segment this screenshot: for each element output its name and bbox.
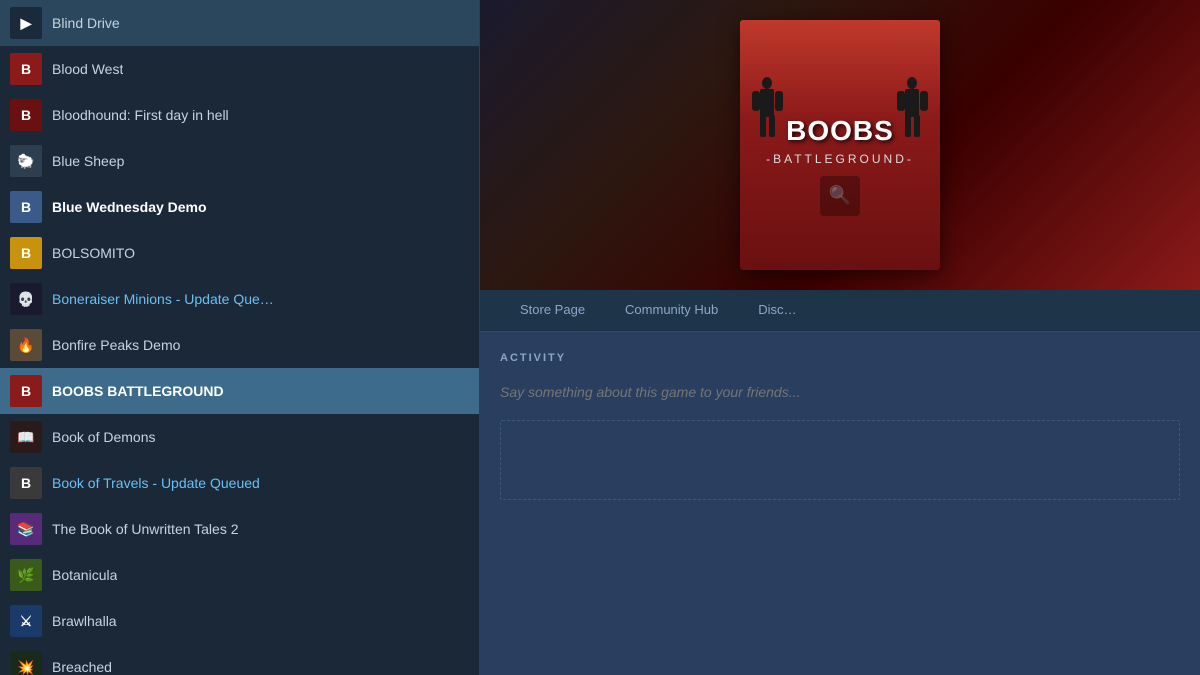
update-tag-book-travels: - Update Queued [149,475,260,491]
cover-search-icon: 🔍 [820,176,860,216]
game-thumb-blue-sheep: 🐑 [10,145,42,177]
activity-title: ACTIVITY [500,352,1180,364]
game-list: ▶ Blind Drive B Blood West B Bloodhound: Firs… [0,0,479,675]
game-thumb-bloodhound: B [10,99,42,131]
activity-input[interactable] [500,379,1180,405]
figure-right [895,75,930,145]
game-library-sidebar: ▶ Blind Drive B Blood West B Bloodhound: Firs… [0,0,480,675]
game-name-book-travels: Book of Travels - Update Queued [52,475,260,491]
game-thumb-bolsomito: B [10,237,42,269]
tab-store-page[interactable]: Store Page [500,290,605,331]
game-thumb-bonfire: 🔥 [10,329,42,361]
cover-game-title: BOOBS [786,117,894,145]
game-name-blind-drive: Blind Drive [52,15,120,31]
sidebar-item-blood-west[interactable]: B Blood West [0,46,479,92]
sidebar-item-blue-wednesday[interactable]: B Blue Wednesday Demo [0,184,479,230]
game-name-bonfire: Bonfire Peaks Demo [52,337,180,353]
sidebar-item-bolsomito[interactable]: B BOLSOMITO [0,230,479,276]
sidebar-item-book-demons[interactable]: 📖 Book of Demons [0,414,479,460]
activity-section: ACTIVITY [480,332,1200,675]
game-name-brawlhalla: Brawlhalla [52,613,117,629]
game-name-breached: Breached [52,659,112,675]
activity-content-box [500,420,1180,500]
game-name-blue-sheep: Blue Sheep [52,153,124,169]
cover-game-subtitle: -BATTLEGROUND- [766,152,914,166]
game-thumb-blind-drive: ▶ [10,7,42,39]
game-thumb-boobs: B [10,375,42,407]
sidebar-item-boobs[interactable]: B BOOBS BATTLEGROUND [0,368,479,414]
sidebar-item-blind-drive[interactable]: ▶ Blind Drive [0,0,479,46]
game-header: BOOBS -BATTLEGROUND- 🔍 [480,0,1200,290]
game-thumb-breached: 💥 [10,651,42,675]
game-nav-tabs: Store Page Community Hub Disc… [480,290,1200,332]
game-thumb-boneraiser: 💀 [10,283,42,315]
sidebar-item-breached[interactable]: 💥 Breached [0,644,479,675]
game-thumb-book-travels: B [10,467,42,499]
sidebar-item-bonfire[interactable]: 🔥 Bonfire Peaks Demo [0,322,479,368]
game-name-blue-wednesday: Blue Wednesday Demo [52,199,207,215]
game-name-bolsomito: BOLSOMITO [52,245,135,261]
sidebar-item-boneraiser[interactable]: 💀 Boneraiser Minions - Update Que… [0,276,479,322]
game-name-book-unwritten: The Book of Unwritten Tales 2 [52,521,239,537]
game-name-bloodhound: Bloodhound: First day in hell [52,107,229,123]
game-cover-art: BOOBS -BATTLEGROUND- 🔍 [740,20,940,270]
game-name-blood-west: Blood West [52,61,123,77]
tab-discussions[interactable]: Disc… [738,290,816,331]
figure-left [750,75,785,145]
sidebar-item-blue-sheep[interactable]: 🐑 Blue Sheep [0,138,479,184]
game-thumb-book-demons: 📖 [10,421,42,453]
game-thumb-blood-west: B [10,53,42,85]
sidebar-item-book-unwritten[interactable]: 📚 The Book of Unwritten Tales 2 [0,506,479,552]
update-tag-boneraiser: - Update Que… [172,291,274,307]
game-thumb-blue-wednesday: B [10,191,42,223]
game-thumb-book-unwritten: 📚 [10,513,42,545]
game-content-area: BOOBS -BATTLEGROUND- 🔍 Store Page Commun… [480,0,1200,675]
sidebar-item-brawlhalla[interactable]: ⚔ Brawlhalla [0,598,479,644]
game-name-book-demons: Book of Demons [52,429,156,445]
game-thumb-brawlhalla: ⚔ [10,605,42,637]
sidebar-item-bloodhound[interactable]: B Bloodhound: First day in hell [0,92,479,138]
game-name-botanicula: Botanicula [52,567,117,583]
game-name-boobs: BOOBS BATTLEGROUND [52,383,224,399]
cover-figures: BOOBS [740,75,940,145]
game-thumb-botanicula: 🌿 [10,559,42,591]
tab-community-hub[interactable]: Community Hub [605,290,738,331]
sidebar-item-botanicula[interactable]: 🌿 Botanicula [0,552,479,598]
sidebar-item-book-travels[interactable]: B Book of Travels - Update Queued [0,460,479,506]
game-name-boneraiser: Boneraiser Minions - Update Que… [52,291,274,307]
